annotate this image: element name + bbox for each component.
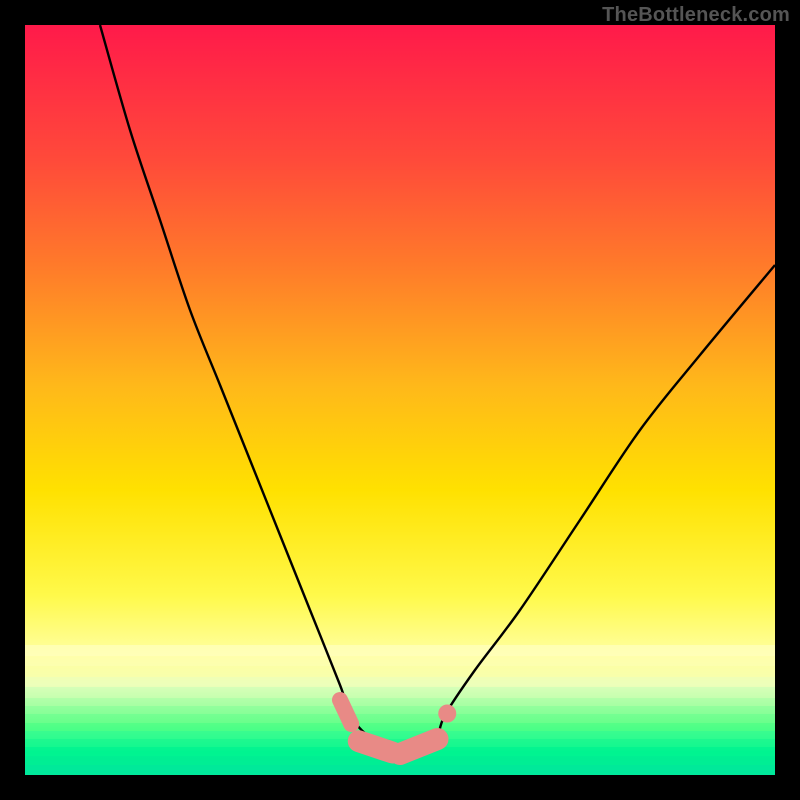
- marker-pill: [359, 741, 393, 752]
- watermark-text: TheBottleneck.com: [602, 4, 790, 27]
- bottleneck-curve: [100, 25, 775, 753]
- chart-frame: TheBottleneck.com: [0, 0, 800, 800]
- marker-pill: [340, 700, 351, 724]
- chart-plot-area: [25, 25, 775, 775]
- chart-svg-layer: [25, 25, 775, 775]
- marker-pill: [400, 739, 438, 754]
- marker-dot: [438, 705, 456, 723]
- marker-dot: [433, 730, 445, 742]
